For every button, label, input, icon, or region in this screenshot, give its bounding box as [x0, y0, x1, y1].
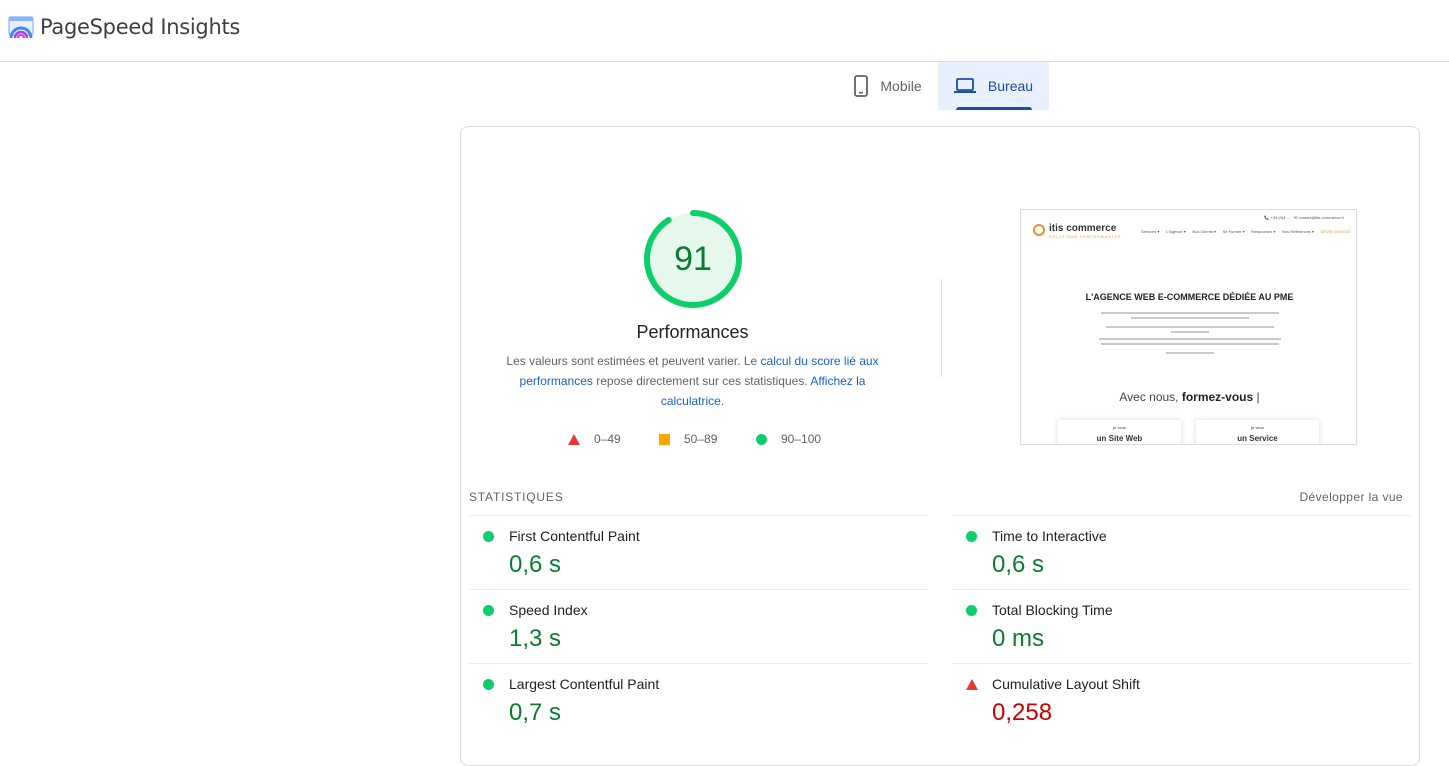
vertical-divider	[941, 279, 942, 377]
metric-name: Total Blocking Time	[992, 602, 1113, 618]
desc-text-2: repose directement sur ces statistiques.	[592, 374, 811, 388]
legend-average-range: 50–89	[684, 432, 718, 446]
thumb-box-small: je veux	[1113, 425, 1126, 430]
legend-good: 90–100	[756, 432, 821, 446]
thumb-nav-item: Services ▾	[1141, 229, 1160, 234]
legend-poor: 0–49	[568, 432, 621, 446]
thumb-text-line	[1101, 312, 1279, 314]
tab-desktop-label: Bureau	[987, 78, 1034, 94]
tab-mobile[interactable]: Mobile	[838, 62, 938, 110]
metric-fcp: First Contentful Paint 0,6 s	[469, 515, 928, 589]
metric-name: First Contentful Paint	[509, 528, 640, 544]
thumb-box-big: un Site Web	[1096, 434, 1143, 443]
thumb-slogan: Avec nous, formez-vous |	[1119, 390, 1260, 404]
circle-green-icon	[483, 531, 494, 542]
thumb-nav-item: Nos Références ▾	[1282, 229, 1314, 234]
thumb-text-line	[1099, 338, 1281, 340]
triangle-red-icon	[568, 433, 580, 445]
tab-active-indicator	[956, 107, 1032, 110]
thumb-text-line	[1171, 331, 1209, 333]
final-screenshot-thumbnail[interactable]: 📞 +33 (0)4 … · ✉ contact@itis-commerce.f…	[1020, 209, 1357, 445]
thumb-nav-item: Nos Clients ▾	[1192, 229, 1216, 234]
legend-poor-range: 0–49	[594, 432, 621, 446]
metric-value: 0,6 s	[992, 551, 1045, 578]
metric-name: Largest Contentful Paint	[509, 676, 660, 692]
top-bar: PageSpeed Insights	[0, 0, 1449, 62]
thumb-brand: itis commerce	[1049, 223, 1117, 234]
metric-tbt: Total Blocking Time 0 ms	[952, 589, 1411, 663]
performance-score: 91	[674, 239, 712, 278]
metric-name: Cumulative Layout Shift	[992, 676, 1140, 692]
metric-value: 0,7 s	[509, 699, 562, 726]
thumb-nav-item: Ressources ▾	[1251, 229, 1276, 234]
metric-speed-index: Speed Index 1,3 s	[469, 589, 928, 663]
metric-value: 1,3 s	[509, 625, 562, 652]
thumb-brand-tagline: SOLUTIONS PERFORMANTES	[1049, 235, 1122, 239]
desc-text-3: .	[720, 394, 725, 408]
metric-cls: Cumulative Layout Shift 0,258	[952, 663, 1411, 737]
thumb-logo-icon	[1033, 224, 1045, 236]
thumb-slogan-bold: formez-vous	[1181, 390, 1254, 404]
metric-name: Time to Interactive	[992, 528, 1107, 544]
phone-icon	[854, 75, 869, 97]
metric-lcp: Largest Contentful Paint 0,7 s	[469, 663, 928, 737]
thumb-box-big: un Service	[1237, 434, 1278, 443]
desc-text-1: Les valeurs sont estimées et peuvent var…	[506, 354, 761, 368]
thumb-text-line	[1166, 352, 1214, 354]
app-title[interactable]: PageSpeed Insights	[40, 15, 240, 39]
circle-green-icon	[756, 433, 767, 445]
thumb-contact: 📞 +33 (0)4 … · ✉ contact@itis-commerce.f…	[1264, 215, 1344, 220]
thumb-heading: L'AGENCE WEB E-COMMERCE DÉDIÉE AU PME	[1085, 292, 1294, 302]
metric-value: 0,6 s	[509, 551, 562, 578]
thumb-box-small: je veux	[1251, 425, 1264, 430]
circle-green-icon	[483, 679, 494, 690]
thumb-text-line	[1131, 317, 1249, 319]
tab-desktop[interactable]: Bureau	[938, 62, 1049, 110]
thumb-box-site: je veux un Site Web	[1058, 420, 1181, 444]
legend-average: 50–89	[659, 432, 717, 446]
thumb-box-service: je veux un Service	[1196, 420, 1319, 444]
pagespeed-logo-icon[interactable]	[8, 16, 34, 40]
thumb-nav-item: Se Former ▾	[1222, 229, 1245, 234]
thumb-text-line	[1106, 326, 1274, 328]
laptop-icon	[953, 78, 976, 94]
circle-green-icon	[966, 531, 977, 542]
thumb-text-line	[1101, 343, 1279, 345]
legend-good-range: 90–100	[781, 432, 822, 446]
report-card: 91 Performances Les valeurs sont estimée…	[460, 126, 1420, 766]
metric-name: Speed Index	[509, 602, 588, 618]
metric-value: 0,258	[992, 699, 1053, 726]
tab-mobile-label: Mobile	[880, 78, 922, 94]
thumb-nav-item: L'Agence ▾	[1166, 229, 1186, 234]
metric-value: 0 ms	[992, 625, 1045, 652]
thumb-nav-item: DEVIS GRATUIT	[1320, 229, 1351, 234]
thumb-slogan-start: Avec nous,	[1119, 390, 1182, 404]
triangle-red-icon	[966, 679, 978, 690]
thumb-nav: Services ▾ L'Agence ▾ Nos Clients ▾ Se F…	[1141, 229, 1351, 234]
metric-tti: Time to Interactive 0,6 s	[952, 515, 1411, 589]
circle-green-icon	[966, 605, 977, 616]
circle-green-icon	[483, 605, 494, 616]
score-description: Les valeurs sont estimées et peuvent var…	[501, 351, 884, 411]
expand-view-button[interactable]: Développer la vue	[1299, 490, 1403, 504]
score-category-title: Performances	[636, 322, 749, 342]
stats-heading: STATISTIQUES	[469, 490, 564, 504]
square-orange-icon	[659, 433, 670, 445]
